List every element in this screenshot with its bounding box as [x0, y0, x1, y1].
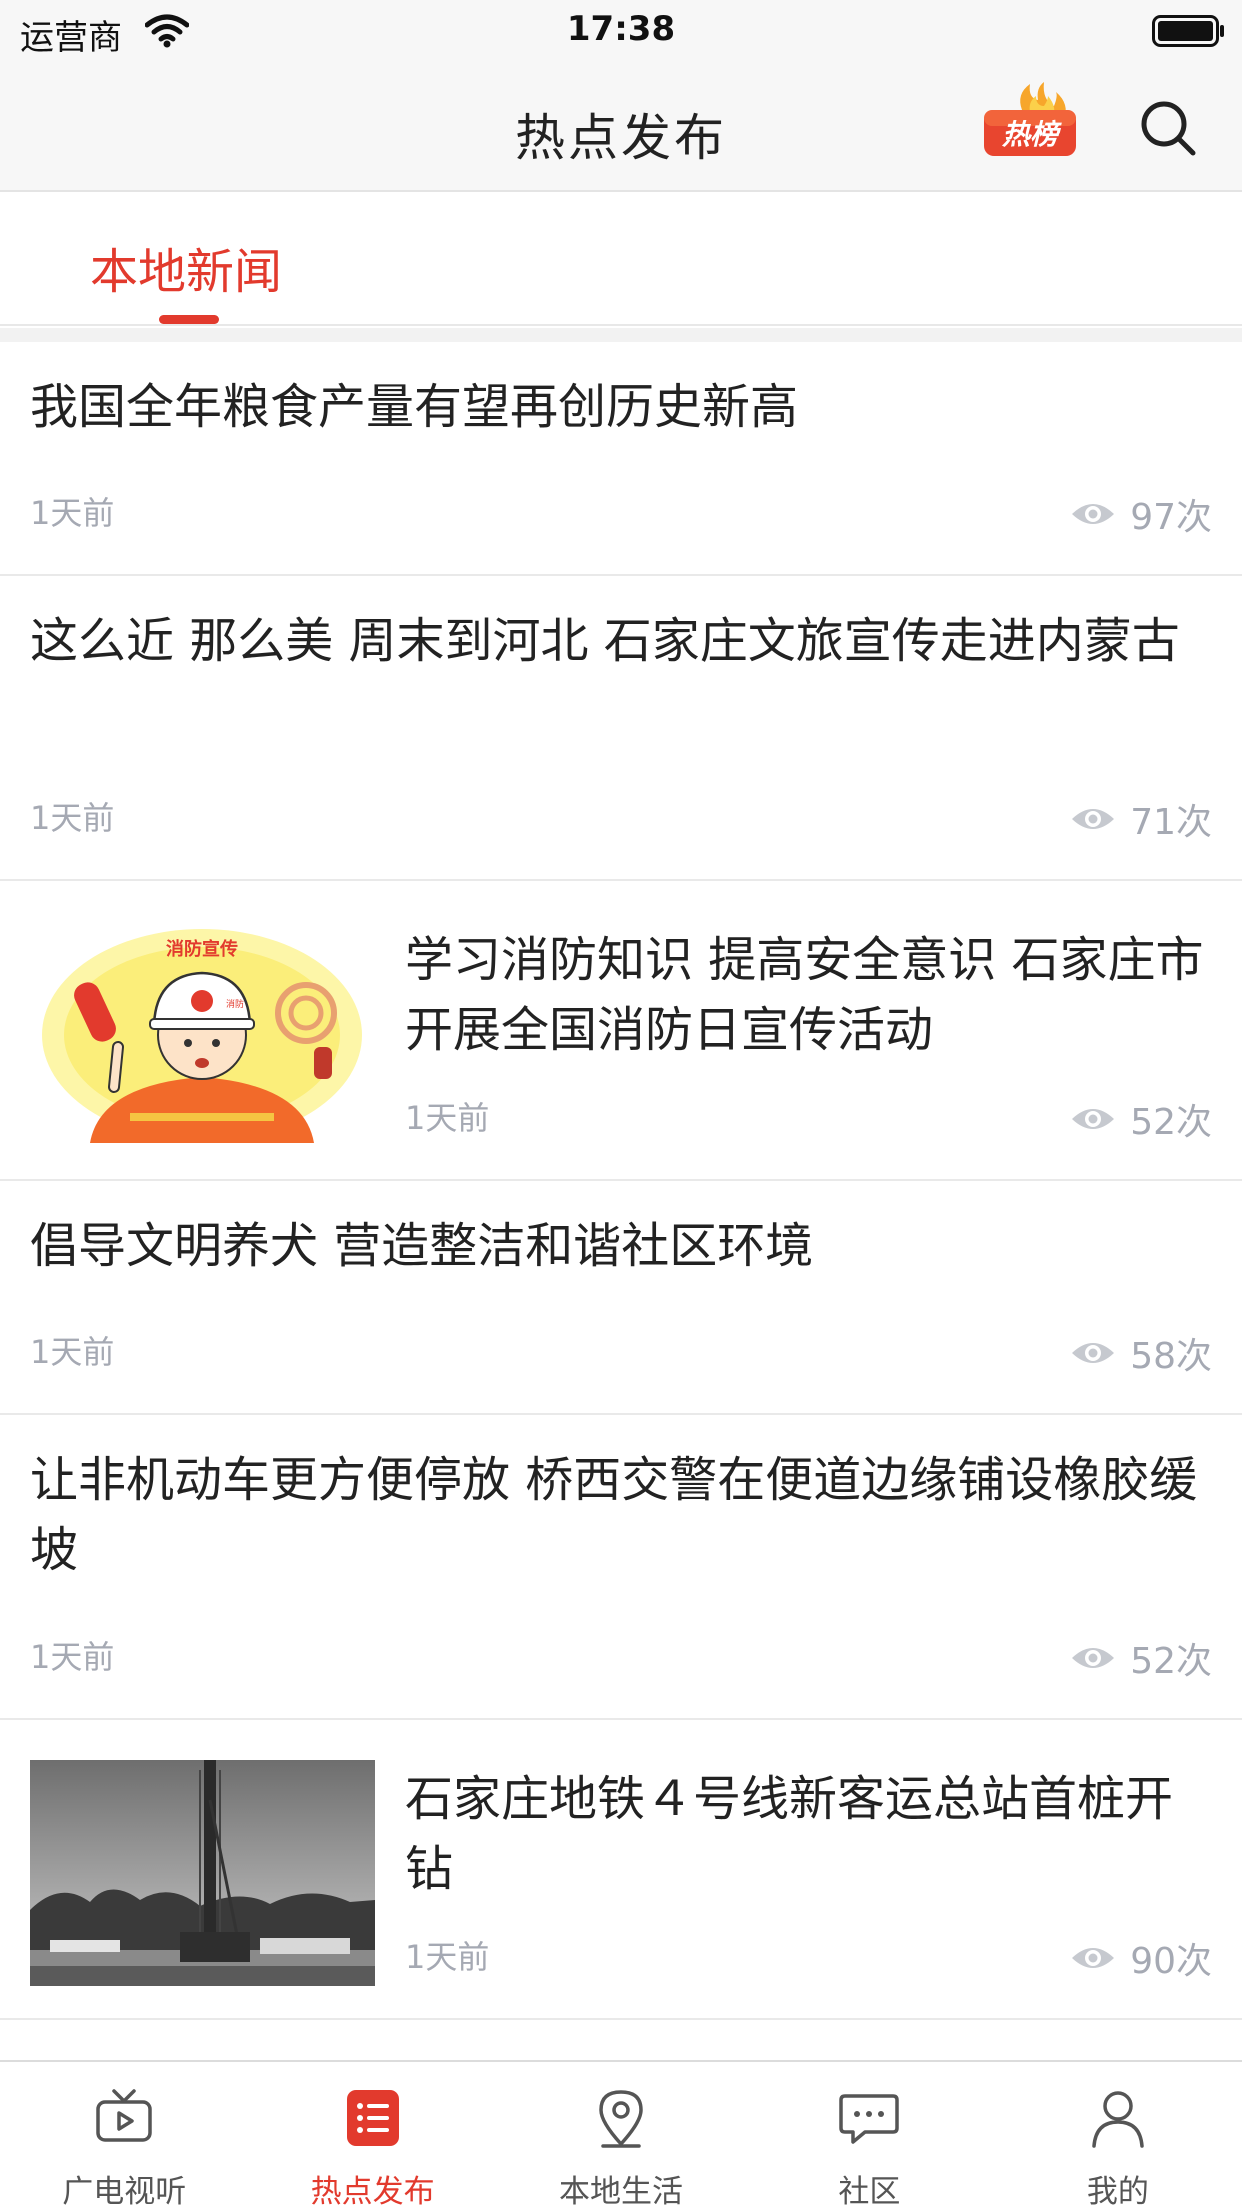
news-meta: 1天前 71次	[30, 793, 1212, 843]
category-tabs: 本地新闻	[0, 194, 1242, 326]
news-title: 我国全年粮食产量有望再创历史新高	[30, 379, 799, 435]
news-views: 52次	[1070, 1632, 1212, 1684]
news-item[interactable]: 我国全年粮食产量有望再创历史新高 1天前 97次	[0, 342, 1242, 576]
bottom-tab-label: 本地生活	[559, 2174, 684, 2208]
news-item[interactable]: 这么近 那么美 周末到河北 石家庄文旅宣传走进内蒙古 1天前 71次	[0, 576, 1242, 881]
news-views: 58次	[1070, 1327, 1212, 1379]
news-thumbnail: 消防宣传 消防	[30, 917, 375, 1143]
news-title: 让非机动车更方便停放 桥西交警在便道边缘铺设橡胶缓坡	[30, 1452, 1198, 1578]
eye-icon	[1072, 809, 1115, 829]
news-thumbnail	[30, 1760, 375, 1986]
news-time: 1天前	[30, 799, 115, 837]
firefighter-illustration: 消防宣传 消防	[30, 917, 375, 1143]
view-count: 52次	[1130, 1641, 1212, 1682]
news-item[interactable]: 倡导文明养犬 营造整洁和谐社区环境 1天前 58次	[0, 1181, 1242, 1415]
status-bar: 运营商 17:38	[0, 0, 1242, 62]
news-time: 1天前	[405, 1099, 490, 1137]
eye-icon	[1072, 1948, 1115, 1968]
news-views: 90次	[1070, 1932, 1212, 1984]
status-time: 17:38	[566, 9, 676, 49]
news-list: 我国全年粮食产量有望再创历史新高 1天前 97次 这么近 那么美 周末到河北 石…	[0, 342, 1242, 2060]
bottom-tab-label: 热点发布	[310, 2174, 435, 2208]
eye-icon	[1072, 1343, 1115, 1363]
nav-bar: 热点发布 热榜	[0, 62, 1242, 192]
news-item[interactable]: 石家庄地铁４号线新客运总站首桩开钻 1天前 90次	[0, 1720, 1242, 2020]
news-views: 97次	[1070, 488, 1212, 540]
bottom-tab-label: 社区	[838, 2174, 901, 2208]
news-title: 石家庄地铁４号线新客运总站首桩开钻	[405, 1771, 1174, 1897]
news-meta: 1天前 97次	[30, 488, 1212, 538]
eye-icon	[1072, 1648, 1115, 1668]
view-count: 71次	[1130, 802, 1212, 843]
chat-bubble-icon	[839, 2094, 900, 2144]
news-time: 1天前	[30, 1333, 115, 1371]
view-count: 97次	[1130, 497, 1212, 538]
battery-icon	[1152, 15, 1224, 47]
news-meta: 1天前 52次	[30, 1632, 1212, 1682]
hot-list-badge[interactable]: 热榜	[978, 80, 1082, 172]
news-title: 学习消防知识 提高安全意识 石家庄市开展全国消防日宣传活动	[405, 932, 1204, 1058]
news-title: 倡导文明养犬 营造整洁和谐社区环境	[30, 1218, 814, 1274]
bottom-tab-hot[interactable]: 热点发布	[248, 2062, 496, 2208]
svg-text:消防宣传: 消防宣传	[166, 938, 238, 960]
tab-local-news[interactable]: 本地新闻	[90, 232, 282, 302]
view-count: 58次	[1130, 1336, 1212, 1377]
bottom-tab-mine[interactable]: 我的	[994, 2062, 1242, 2208]
news-item[interactable]: 让非机动车更方便停放 桥西交警在便道边缘铺设橡胶缓坡 1天前 52次	[0, 1415, 1242, 1720]
bottom-tab-community[interactable]: 社区	[745, 2062, 993, 2208]
bottom-tab-local-life[interactable]: 本地生活	[497, 2062, 745, 2208]
construction-photo	[30, 1760, 375, 1986]
news-time: 1天前	[405, 1938, 490, 1976]
news-views: 71次	[1070, 793, 1212, 845]
news-body: 学习消防知识 提高安全意识 石家庄市开展全国消防日宣传活动 1天前 52次	[405, 881, 1212, 1179]
eye-icon	[1072, 504, 1115, 524]
eye-icon	[1072, 1109, 1115, 1129]
location-pin-icon	[599, 2090, 643, 2148]
view-count: 52次	[1130, 1102, 1212, 1143]
news-meta: 1天前 58次	[30, 1327, 1212, 1377]
news-title: 这么近 那么美 周末到河北 石家庄文旅宣传走进内蒙古	[30, 613, 1180, 669]
section-divider	[0, 328, 1242, 342]
news-body: 石家庄地铁４号线新客运总站首桩开钻 1天前 90次	[405, 1720, 1212, 2018]
search-icon[interactable]	[1138, 98, 1198, 158]
news-item[interactable]: 消防宣传 消防 学习消防知识 提高安全意识 石家庄市开展全国消防日宣传活动 1天…	[0, 881, 1242, 1181]
bottom-tab-bar: 广电视听 热点发布 本地生活 社区 我的	[0, 2060, 1242, 2208]
view-count: 90次	[1130, 1941, 1212, 1982]
person-icon	[1092, 2091, 1144, 2148]
bottom-tab-label: 我的	[1086, 2174, 1149, 2208]
news-meta: 1天前 52次	[405, 1093, 1212, 1143]
list-icon	[346, 2090, 399, 2146]
news-time: 1天前	[30, 494, 115, 532]
tab-active-indicator	[159, 315, 219, 324]
news-views: 52次	[1070, 1093, 1212, 1145]
news-meta: 1天前 90次	[405, 1932, 1212, 1982]
tv-icon	[96, 2089, 152, 2142]
bottom-tab-label: 广电视听	[62, 2174, 187, 2208]
news-time: 1天前	[30, 1638, 115, 1676]
svg-text:消防: 消防	[226, 998, 244, 1010]
bottom-tab-tv[interactable]: 广电视听	[0, 2062, 248, 2208]
svg-text:热榜: 热榜	[1001, 118, 1062, 151]
